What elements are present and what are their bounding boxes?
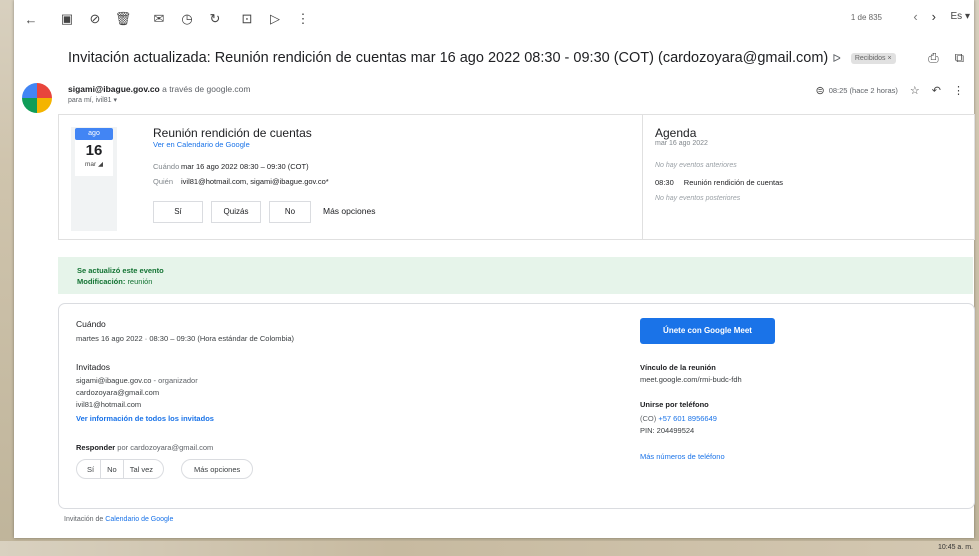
phone-heading: Unirse por teléfono <box>640 400 709 409</box>
snooze-icon[interactable]: ◷ <box>176 8 198 30</box>
agenda-date: mar 16 ago 2022 <box>655 140 708 147</box>
event-title: Reunión rendición de cuentas <box>153 126 312 140</box>
taskbar-clock: 10:45 a. m. <box>937 544 973 551</box>
google-calendar-link[interactable]: Calendario de Google <box>105 516 173 523</box>
print-icon[interactable]: ⎙ <box>928 50 938 66</box>
when-row: Cuándo mar 16 ago 2022 08:30 – 09:30 (COT… <box>153 162 309 171</box>
respond-line: Responder por cardozoyara@gmail.com <box>76 443 214 452</box>
older-icon[interactable]: › <box>932 9 936 24</box>
open-new-window-icon[interactable]: ⧉ <box>955 50 964 66</box>
sender-avatar <box>22 83 52 113</box>
guest-organizer: sigami@ibague.gov.co - organizador <box>76 376 198 385</box>
toolbar: ← ▣ ⊘ 🗑 ✉ ◷ ↻ ⊡ ▷ ⋮ 1 de 835 ‹ › Es ▾ <box>14 0 974 38</box>
details-when-heading: Cuándo <box>76 319 106 329</box>
attachment-icon: ⊜ <box>815 85 825 97</box>
agenda-event[interactable]: 08:30 Reunión rendición de cuentas <box>655 178 793 187</box>
updated-title: Se actualizó este evento <box>77 266 164 275</box>
agenda-title: Agenda <box>655 126 697 140</box>
newer-icon[interactable]: ‹ <box>913 9 917 24</box>
mark-unread-icon[interactable]: ✉ <box>148 8 170 30</box>
star-icon[interactable]: ☆ <box>910 84 920 97</box>
pager-text: 1 de 835 <box>850 13 882 22</box>
guest-item: ivil81@hotmail.com <box>76 400 142 409</box>
event-updated-notice: Se actualizó este evento Modificación: r… <box>58 257 973 294</box>
phone-pin: PIN: 204499524 <box>640 426 695 435</box>
archive-icon[interactable]: ▣ <box>56 8 78 30</box>
meeting-link-value[interactable]: meet.google.com/rmi-budc-fdh <box>640 375 742 384</box>
agenda-after: No hay eventos posteriores <box>655 195 741 202</box>
respond-yes-button[interactable]: Sí <box>77 465 100 474</box>
view-in-calendar-link[interactable]: Ver en Calendario de Google <box>153 140 250 149</box>
modification-line: Modificación: reunión <box>77 277 153 286</box>
phone-line: (CO) +57 601 8956649 <box>640 414 717 423</box>
respond-pill-group: Sí No Tal vez <box>76 459 165 479</box>
badge-month: ago <box>75 128 113 140</box>
recipients-dropdown[interactable]: para mí, ivil81 ▾ <box>68 96 117 104</box>
phone-number-link[interactable]: +57 601 8956649 <box>658 414 717 423</box>
footer-text: Invitación de Calendario de Google <box>64 516 174 523</box>
badge-day: 16 mar ◢ <box>75 140 113 176</box>
email-subject: Invitación actualizada: Reunión rendició… <box>68 50 896 66</box>
agenda-before: No hay eventos anteriores <box>655 162 737 169</box>
more-icon[interactable]: ⋮ <box>292 8 314 30</box>
back-arrow-icon[interactable]: ← <box>20 8 42 30</box>
respond-more-options-button[interactable]: Más opciones <box>181 459 254 479</box>
rsvp-no-button[interactable]: No <box>269 201 311 223</box>
taskbar <box>0 541 979 556</box>
guests-heading: Invitados <box>76 362 111 372</box>
language-selector[interactable]: Es ▾ <box>951 11 970 22</box>
via-prefix: a través de <box>162 84 205 94</box>
who-row: Quién ivil81@hotmail.com, sigami@ibague.g… <box>153 177 329 186</box>
details-when-value: martes 16 ago 2022 · 08:30 – 09:30 (Hora… <box>76 334 295 343</box>
meeting-link-heading: Vínculo de la reunión <box>640 363 716 372</box>
report-spam-icon[interactable]: ⊘ <box>84 8 106 30</box>
all-guests-link[interactable]: Ver información de todos los invitados <box>76 414 214 423</box>
email-window: ← ▣ ⊘ 🗑 ✉ ◷ ↻ ⊡ ▷ ⋮ 1 de 835 ‹ › Es ▾ In… <box>14 0 975 538</box>
rsvp-maybe-button[interactable]: Quizás <box>211 201 261 223</box>
guest-item: cardozoyara@gmail.com <box>76 388 160 397</box>
move-to-icon[interactable]: ⊡ <box>236 8 258 30</box>
calendar-badge: ago 16 mar ◢ <box>71 127 117 231</box>
sender-email[interactable]: sigami@ibague.gov.co <box>68 84 160 94</box>
delete-icon[interactable]: 🗑 <box>112 8 134 30</box>
important-marker-icon[interactable]: ᐅ <box>832 53 840 65</box>
via-domain: google.com <box>206 84 251 94</box>
label-icon[interactable]: ▷ <box>264 8 286 30</box>
more-numbers-link[interactable]: Más números de teléfono <box>640 452 725 461</box>
add-task-icon[interactable]: ↻ <box>204 8 226 30</box>
sender-line: sigami@ibague.gov.co a través de google.… <box>68 84 251 94</box>
inbox-label[interactable]: Recibidos × <box>850 52 896 64</box>
join-meet-button[interactable]: Únete con Google Meet <box>640 318 775 344</box>
respond-maybe-button[interactable]: Tal vez <box>124 465 163 474</box>
more-vert-icon[interactable]: ⋮ <box>953 84 964 97</box>
event-details-card: Cuándo martes 16 ago 2022 · 08:30 – 09:3… <box>58 303 975 509</box>
rsvp-yes-button[interactable]: Sí <box>153 201 203 223</box>
reply-icon[interactable]: ↶ <box>932 84 941 97</box>
rsvp-group: Sí Quizás No Más opciones <box>153 201 375 223</box>
more-options-button[interactable]: Más opciones <box>323 201 375 221</box>
pager-nav: ‹ › <box>913 9 936 24</box>
agenda-panel: Agenda mar 16 ago 2022 No hay eventos an… <box>642 115 975 239</box>
email-time: 08:25 (hace 2 horas) <box>828 86 898 95</box>
respond-no-button[interactable]: No <box>101 465 123 474</box>
invitation-card: ago 16 mar ◢ Reunión rendición de cuenta… <box>58 114 975 240</box>
